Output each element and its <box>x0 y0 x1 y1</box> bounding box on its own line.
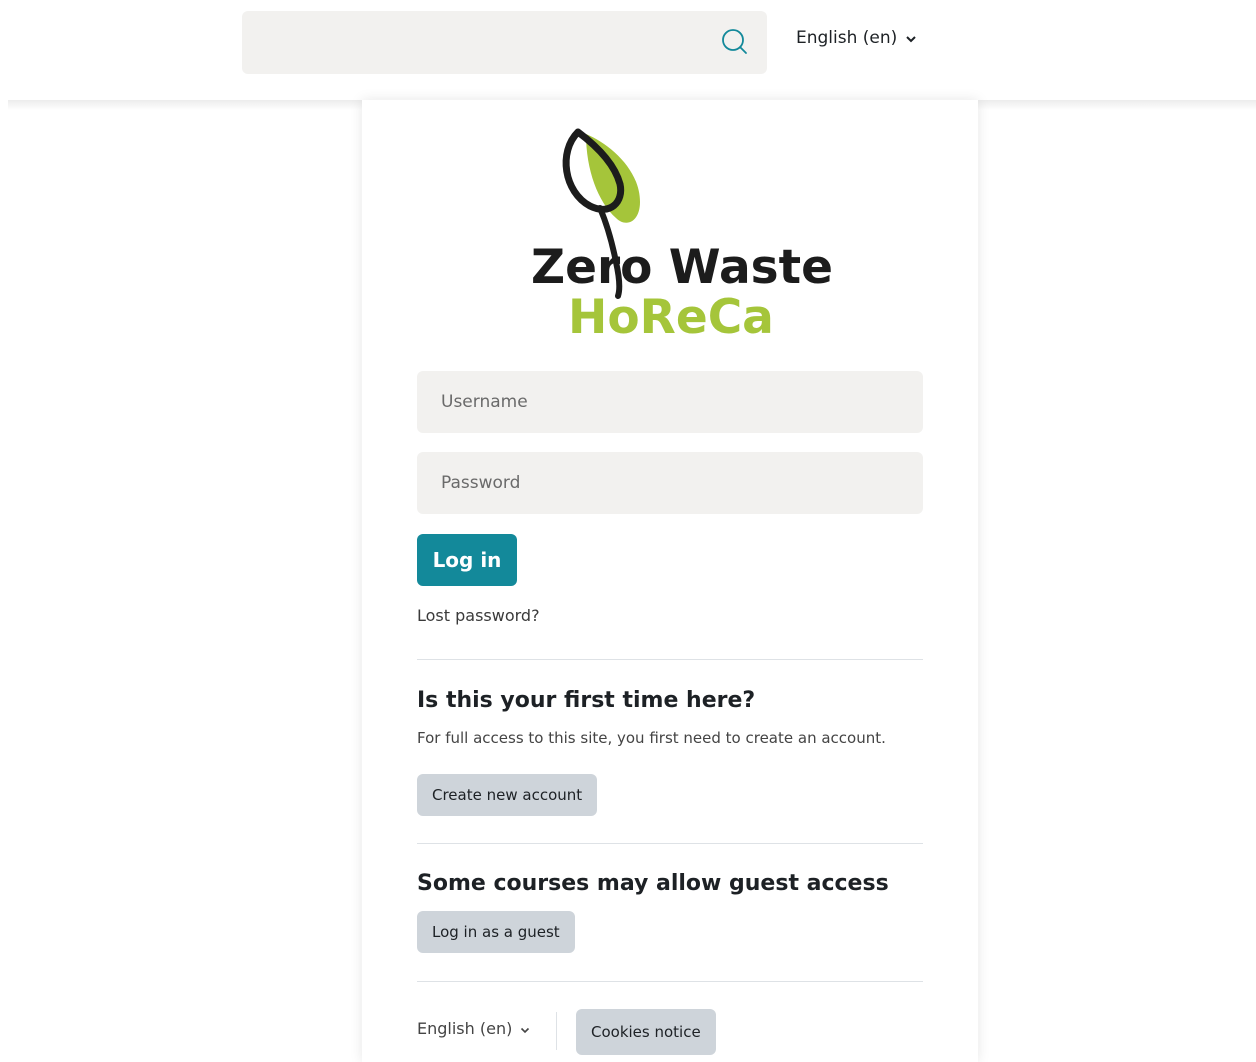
divider <box>417 843 923 844</box>
language-menu[interactable]: English (en) <box>796 28 917 48</box>
username-field[interactable] <box>417 371 923 433</box>
language-label: English (en) <box>796 28 898 48</box>
password-field[interactable] <box>417 452 923 514</box>
guest-heading: Some courses may allow guest access <box>417 871 889 896</box>
footer-language-label: English (en) <box>417 1019 513 1038</box>
search-icon[interactable] <box>720 27 748 55</box>
footer-separator <box>556 1012 557 1050</box>
logo-line-2: HoReCa <box>568 290 774 345</box>
create-account-button[interactable]: Create new account <box>417 774 598 816</box>
signup-heading: Is this your first time here? <box>417 688 756 713</box>
login-button[interactable]: Log in <box>417 534 517 586</box>
cookies-notice-button[interactable]: Cookies notice <box>576 1009 716 1055</box>
divider <box>417 659 923 660</box>
lost-password-link[interactable]: Lost password? <box>417 606 540 625</box>
footer-language-menu[interactable]: English (en) <box>417 1019 530 1038</box>
chevron-down-icon <box>520 1019 530 1038</box>
logo-line-1: Zero Waste <box>531 240 833 295</box>
search-input[interactable] <box>242 11 767 74</box>
guest-login-button[interactable]: Log in as a guest <box>417 911 575 953</box>
divider <box>417 981 923 982</box>
chevron-down-icon <box>905 28 917 48</box>
signup-description: For full access to this site, you first … <box>417 729 886 747</box>
